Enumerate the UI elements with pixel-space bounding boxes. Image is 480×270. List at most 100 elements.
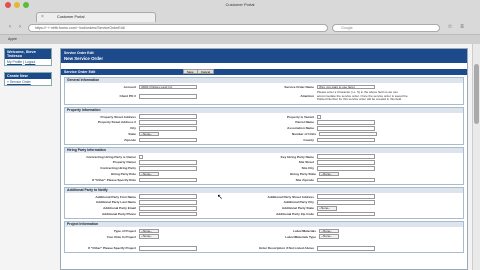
checkbox[interactable] — [139, 154, 143, 159]
text-field[interactable] — [139, 211, 197, 217]
tab-label: Customer Portal — [57, 15, 85, 19]
text-field[interactable] — [139, 160, 197, 165]
profile-links: My Profile | Logout — [5, 59, 51, 65]
page-title: New Service Order — [64, 56, 104, 61]
text-field[interactable] — [139, 177, 197, 183]
window-titlebar: Customer Portal — [0, 0, 480, 10]
section-rows: Property Street Address Property Is Vacan… — [65, 113, 463, 144]
form-title: Service Order Edit — [64, 70, 96, 74]
form-row: If "Other" Please Specify Role Site Zipco… — [65, 177, 463, 183]
welcome-title: Welcome, Steve Tedesco — [5, 49, 51, 59]
select-field[interactable]: --None-- — [139, 171, 159, 177]
select-field[interactable]: --None-- — [139, 228, 159, 234]
browser-tab[interactable]: × Customer Portal — [36, 12, 156, 22]
field-label: If "Other" Please Specify Project — [88, 246, 136, 251]
text-field[interactable] — [139, 200, 197, 205]
save-button[interactable]: Save — [183, 69, 198, 74]
text-field[interactable] — [317, 165, 375, 171]
field-label: Contracting Hiring Party — [100, 166, 136, 171]
form-section: Property Information Property Street Addr… — [64, 106, 464, 145]
my-profile-link[interactable]: My Profile — [7, 60, 22, 64]
form-row: Additional Party Phone Additional Party Z… — [65, 211, 463, 217]
page-content: Welcome, Steve Tedesco My Profile | Logo… — [0, 44, 472, 270]
settings-icon[interactable]: ≡ — [458, 24, 466, 32]
text-field[interactable] — [139, 137, 197, 143]
form-section: Additional Party to Notify Additional Par… — [64, 186, 464, 219]
text-field[interactable] — [139, 205, 197, 211]
field-label: Enter Description if Not Listed Above — [259, 246, 314, 251]
cancel-button[interactable]: Cancel — [197, 69, 215, 74]
field-label: Account — [123, 84, 136, 89]
select-field[interactable]: --None-- — [319, 171, 339, 177]
search-field[interactable]: Google — [332, 24, 440, 32]
text-field[interactable] — [317, 137, 375, 143]
mouse-cursor-icon: ↖ — [217, 194, 223, 201]
create-new-box: Create New » Service Order — [4, 72, 52, 86]
close-window-button[interactable] — [5, 2, 11, 8]
field-label: Site City — [301, 166, 314, 171]
text-field[interactable] — [139, 120, 197, 125]
bookmark-icon[interactable]: ☆ — [446, 24, 454, 32]
window-title: Customer Portal — [225, 2, 255, 7]
address-bar[interactable]: https://~/~nbfb.forms.com/~/ord/orders/S… — [28, 24, 328, 32]
main-panel: Service Order Edit New Service Order Ser… — [60, 48, 468, 270]
text-field[interactable] — [319, 131, 377, 137]
minimize-window-button[interactable] — [14, 2, 20, 8]
text-field[interactable] — [139, 125, 197, 131]
select-field[interactable]: --None-- — [319, 228, 339, 234]
section-rows: Account {0001} Parkes Land Inc Service Ord… — [65, 83, 463, 104]
field-label: Additional Party Last Name — [95, 200, 136, 205]
field-label: Additional Party State — [281, 206, 314, 211]
tab-close-icon[interactable]: × — [41, 13, 44, 22]
navigation-bar: ‹ › https://~/~nbfb.forms.com/~/ord/orde… — [0, 22, 480, 34]
text-field[interactable] — [317, 120, 375, 125]
field-label: State — [128, 132, 136, 137]
text-field[interactable] — [139, 245, 197, 251]
form-section: Hiring Party Information Contracting Hiri… — [64, 146, 464, 185]
text-field[interactable] — [139, 94, 197, 99]
service-order-link[interactable]: » Service Order — [5, 79, 51, 85]
text-field[interactable] — [317, 211, 375, 217]
text-field[interactable] — [317, 177, 375, 183]
field-label: Additional Party Zip Code — [276, 212, 314, 217]
text-field[interactable]: {0001} Parkes Land Inc — [139, 84, 197, 90]
checkbox[interactable] — [317, 114, 321, 119]
field-label: Contracting Hiring Party is Owner — [86, 154, 136, 159]
select-field[interactable]: --None-- — [139, 234, 159, 239]
zoom-window-button[interactable] — [23, 2, 29, 8]
text-field[interactable] — [317, 154, 375, 159]
text-field[interactable] — [317, 194, 375, 199]
section-rows: Type of Project --None-- Labor/Materials --… — [65, 227, 463, 252]
text-field[interactable] — [317, 200, 375, 205]
text-field[interactable] — [317, 125, 375, 131]
bookmark-item[interactable]: Apple — [8, 37, 17, 41]
select-field[interactable]: --None-- — [317, 205, 337, 211]
logout-link[interactable]: Logout — [25, 60, 35, 64]
sidebar: Welcome, Steve Tedesco My Profile | Logo… — [4, 48, 52, 92]
select-field[interactable]: --None-- — [319, 234, 339, 239]
page-scrollbar[interactable] — [472, 44, 480, 270]
text-field[interactable] — [317, 245, 375, 251]
field-label: Service Order Name — [284, 84, 314, 89]
select-field[interactable]: --None-- — [139, 131, 159, 137]
forward-arrow-icon[interactable]: › — [16, 24, 24, 32]
field-label: City — [130, 126, 136, 131]
text-field[interactable] — [139, 194, 197, 199]
field-label: Labor/Materials Type — [285, 234, 316, 239]
text-field[interactable]: (Key you want to use here) — [317, 84, 375, 90]
back-arrow-icon[interactable]: ‹ — [6, 24, 14, 32]
field-label: Labor/Materials — [293, 228, 316, 233]
attention-note: Please enter a Character (i.e. S) in the… — [317, 89, 408, 102]
field-label: Client PO # — [119, 94, 136, 99]
text-field[interactable] — [139, 165, 197, 171]
field-label: Additional Party City — [283, 200, 314, 205]
scrollbar-thumb[interactable] — [474, 64, 479, 124]
form-section: General Information Account {0001} Parkes … — [64, 77, 464, 105]
link-separator: | — [23, 60, 24, 64]
text-field[interactable] — [139, 114, 197, 119]
field-label: Type of Project — [113, 228, 136, 233]
text-field[interactable] — [317, 160, 375, 165]
field-label: Site Zipcode — [295, 177, 314, 182]
field-label: Additional Party First Name — [95, 194, 136, 199]
page-header: Service Order Edit New Service Order — [61, 49, 467, 63]
